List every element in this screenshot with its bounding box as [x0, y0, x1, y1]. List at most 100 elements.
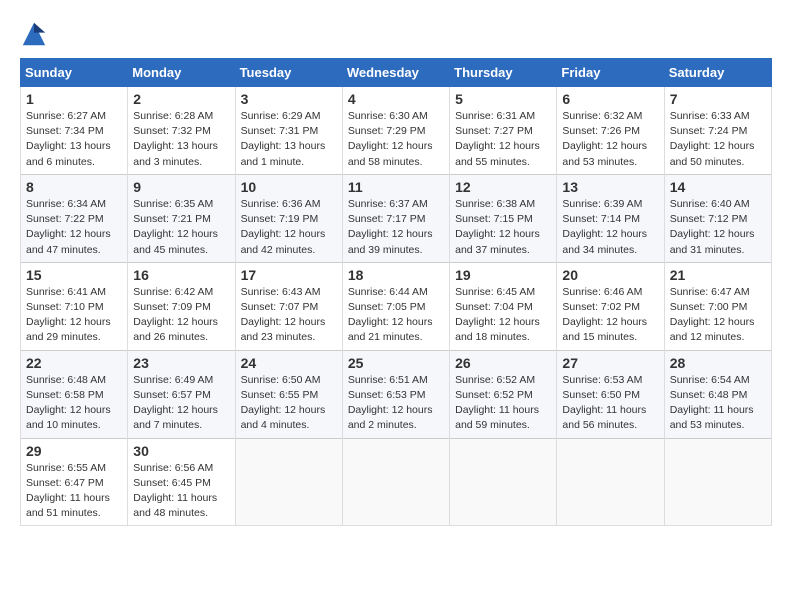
day-number: 17 [241, 267, 337, 283]
day-detail: Sunrise: 6:35 AMSunset: 7:21 PMDaylight:… [133, 197, 229, 258]
day-number: 15 [26, 267, 122, 283]
day-number: 1 [26, 91, 122, 107]
day-detail: Sunrise: 6:46 AMSunset: 7:02 PMDaylight:… [562, 285, 658, 346]
day-detail: Sunrise: 6:45 AMSunset: 7:04 PMDaylight:… [455, 285, 551, 346]
day-detail: Sunrise: 6:32 AMSunset: 7:26 PMDaylight:… [562, 109, 658, 170]
day-detail: Sunrise: 6:55 AMSunset: 6:47 PMDaylight:… [26, 461, 122, 522]
calendar-cell: 15 Sunrise: 6:41 AMSunset: 7:10 PMDayligh… [21, 262, 128, 350]
page-header [20, 20, 772, 48]
day-number: 30 [133, 443, 229, 459]
column-header-friday: Friday [557, 59, 664, 87]
calendar-cell: 1 Sunrise: 6:27 AMSunset: 7:34 PMDaylight… [21, 87, 128, 175]
calendar-cell: 16 Sunrise: 6:42 AMSunset: 7:09 PMDayligh… [128, 262, 235, 350]
day-number: 20 [562, 267, 658, 283]
calendar-cell: 14 Sunrise: 6:40 AMSunset: 7:12 PMDayligh… [664, 174, 771, 262]
calendar-week-4: 22 Sunrise: 6:48 AMSunset: 6:58 PMDayligh… [21, 350, 772, 438]
calendar-week-5: 29 Sunrise: 6:55 AMSunset: 6:47 PMDayligh… [21, 438, 772, 526]
logo-icon [20, 20, 48, 48]
column-header-tuesday: Tuesday [235, 59, 342, 87]
day-detail: Sunrise: 6:52 AMSunset: 6:52 PMDaylight:… [455, 373, 551, 434]
day-number: 7 [670, 91, 766, 107]
day-detail: Sunrise: 6:39 AMSunset: 7:14 PMDaylight:… [562, 197, 658, 258]
calendar-cell: 22 Sunrise: 6:48 AMSunset: 6:58 PMDayligh… [21, 350, 128, 438]
calendar-cell: 12Sunrise: 6:38 AMSunset: 7:15 PMDayligh… [450, 174, 557, 262]
day-detail: Sunrise: 6:56 AMSunset: 6:45 PMDaylight:… [133, 461, 229, 522]
calendar-cell: 19Sunrise: 6:45 AMSunset: 7:04 PMDayligh… [450, 262, 557, 350]
day-number: 10 [241, 179, 337, 195]
day-number: 12 [455, 179, 551, 195]
day-number: 23 [133, 355, 229, 371]
day-detail: Sunrise: 6:33 AMSunset: 7:24 PMDaylight:… [670, 109, 766, 170]
day-number: 3 [241, 91, 337, 107]
calendar-cell: 26 Sunrise: 6:52 AMSunset: 6:52 PMDayligh… [450, 350, 557, 438]
column-header-sunday: Sunday [21, 59, 128, 87]
day-detail: Sunrise: 6:28 AMSunset: 7:32 PMDaylight:… [133, 109, 229, 170]
column-header-wednesday: Wednesday [342, 59, 449, 87]
day-detail: Sunrise: 6:30 AMSunset: 7:29 PMDaylight:… [348, 109, 444, 170]
calendar-header-row: SundayMondayTuesdayWednesdayThursdayFrid… [21, 59, 772, 87]
day-detail: Sunrise: 6:37 AMSunset: 7:17 PMDaylight:… [348, 197, 444, 258]
calendar-cell: 3 Sunrise: 6:29 AMSunset: 7:31 PMDaylight… [235, 87, 342, 175]
calendar-cell: 11 Sunrise: 6:37 AMSunset: 7:17 PMDayligh… [342, 174, 449, 262]
day-number: 24 [241, 355, 337, 371]
day-number: 14 [670, 179, 766, 195]
calendar-cell [342, 438, 449, 526]
calendar-cell [664, 438, 771, 526]
calendar-cell: 18Sunrise: 6:44 AMSunset: 7:05 PMDayligh… [342, 262, 449, 350]
calendar-cell: 21 Sunrise: 6:47 AMSunset: 7:00 PMDayligh… [664, 262, 771, 350]
calendar-cell: 28Sunrise: 6:54 AMSunset: 6:48 PMDayligh… [664, 350, 771, 438]
day-detail: Sunrise: 6:48 AMSunset: 6:58 PMDaylight:… [26, 373, 122, 434]
day-number: 2 [133, 91, 229, 107]
day-detail: Sunrise: 6:34 AMSunset: 7:22 PMDaylight:… [26, 197, 122, 258]
day-number: 27 [562, 355, 658, 371]
calendar-cell: 8 Sunrise: 6:34 AMSunset: 7:22 PMDaylight… [21, 174, 128, 262]
calendar-table: SundayMondayTuesdayWednesdayThursdayFrid… [20, 58, 772, 526]
day-detail: Sunrise: 6:47 AMSunset: 7:00 PMDaylight:… [670, 285, 766, 346]
day-number: 16 [133, 267, 229, 283]
day-number: 29 [26, 443, 122, 459]
day-number: 26 [455, 355, 551, 371]
day-detail: Sunrise: 6:43 AMSunset: 7:07 PMDaylight:… [241, 285, 337, 346]
day-number: 25 [348, 355, 444, 371]
calendar-week-1: 1 Sunrise: 6:27 AMSunset: 7:34 PMDaylight… [21, 87, 772, 175]
calendar-cell [450, 438, 557, 526]
day-number: 4 [348, 91, 444, 107]
day-detail: Sunrise: 6:53 AMSunset: 6:50 PMDaylight:… [562, 373, 658, 434]
day-number: 5 [455, 91, 551, 107]
day-number: 21 [670, 267, 766, 283]
logo [20, 20, 52, 48]
calendar-cell [557, 438, 664, 526]
day-number: 22 [26, 355, 122, 371]
day-detail: Sunrise: 6:40 AMSunset: 7:12 PMDaylight:… [670, 197, 766, 258]
day-detail: Sunrise: 6:41 AMSunset: 7:10 PMDaylight:… [26, 285, 122, 346]
day-number: 13 [562, 179, 658, 195]
column-header-thursday: Thursday [450, 59, 557, 87]
calendar-cell: 25 Sunrise: 6:51 AMSunset: 6:53 PMDayligh… [342, 350, 449, 438]
day-detail: Sunrise: 6:49 AMSunset: 6:57 PMDaylight:… [133, 373, 229, 434]
day-number: 18 [348, 267, 444, 283]
calendar-cell: 4 Sunrise: 6:30 AMSunset: 7:29 PMDaylight… [342, 87, 449, 175]
calendar-cell: 29 Sunrise: 6:55 AMSunset: 6:47 PMDayligh… [21, 438, 128, 526]
day-number: 11 [348, 179, 444, 195]
calendar-cell: 5Sunrise: 6:31 AMSunset: 7:27 PMDaylight… [450, 87, 557, 175]
day-number: 6 [562, 91, 658, 107]
day-detail: Sunrise: 6:27 AMSunset: 7:34 PMDaylight:… [26, 109, 122, 170]
day-detail: Sunrise: 6:51 AMSunset: 6:53 PMDaylight:… [348, 373, 444, 434]
day-number: 8 [26, 179, 122, 195]
day-number: 9 [133, 179, 229, 195]
calendar-cell: 6 Sunrise: 6:32 AMSunset: 7:26 PMDaylight… [557, 87, 664, 175]
calendar-cell: 7 Sunrise: 6:33 AMSunset: 7:24 PMDaylight… [664, 87, 771, 175]
calendar-cell: 13 Sunrise: 6:39 AMSunset: 7:14 PMDayligh… [557, 174, 664, 262]
calendar-cell: 27 Sunrise: 6:53 AMSunset: 6:50 PMDayligh… [557, 350, 664, 438]
day-detail: Sunrise: 6:42 AMSunset: 7:09 PMDaylight:… [133, 285, 229, 346]
calendar-week-2: 8 Sunrise: 6:34 AMSunset: 7:22 PMDaylight… [21, 174, 772, 262]
calendar-cell: 2 Sunrise: 6:28 AMSunset: 7:32 PMDaylight… [128, 87, 235, 175]
column-header-saturday: Saturday [664, 59, 771, 87]
calendar-cell [235, 438, 342, 526]
calendar-cell: 20 Sunrise: 6:46 AMSunset: 7:02 PMDayligh… [557, 262, 664, 350]
day-detail: Sunrise: 6:36 AMSunset: 7:19 PMDaylight:… [241, 197, 337, 258]
calendar-cell: 9 Sunrise: 6:35 AMSunset: 7:21 PMDaylight… [128, 174, 235, 262]
day-detail: Sunrise: 6:54 AMSunset: 6:48 PMDaylight:… [670, 373, 766, 434]
day-detail: Sunrise: 6:29 AMSunset: 7:31 PMDaylight:… [241, 109, 337, 170]
calendar-cell: 10 Sunrise: 6:36 AMSunset: 7:19 PMDayligh… [235, 174, 342, 262]
